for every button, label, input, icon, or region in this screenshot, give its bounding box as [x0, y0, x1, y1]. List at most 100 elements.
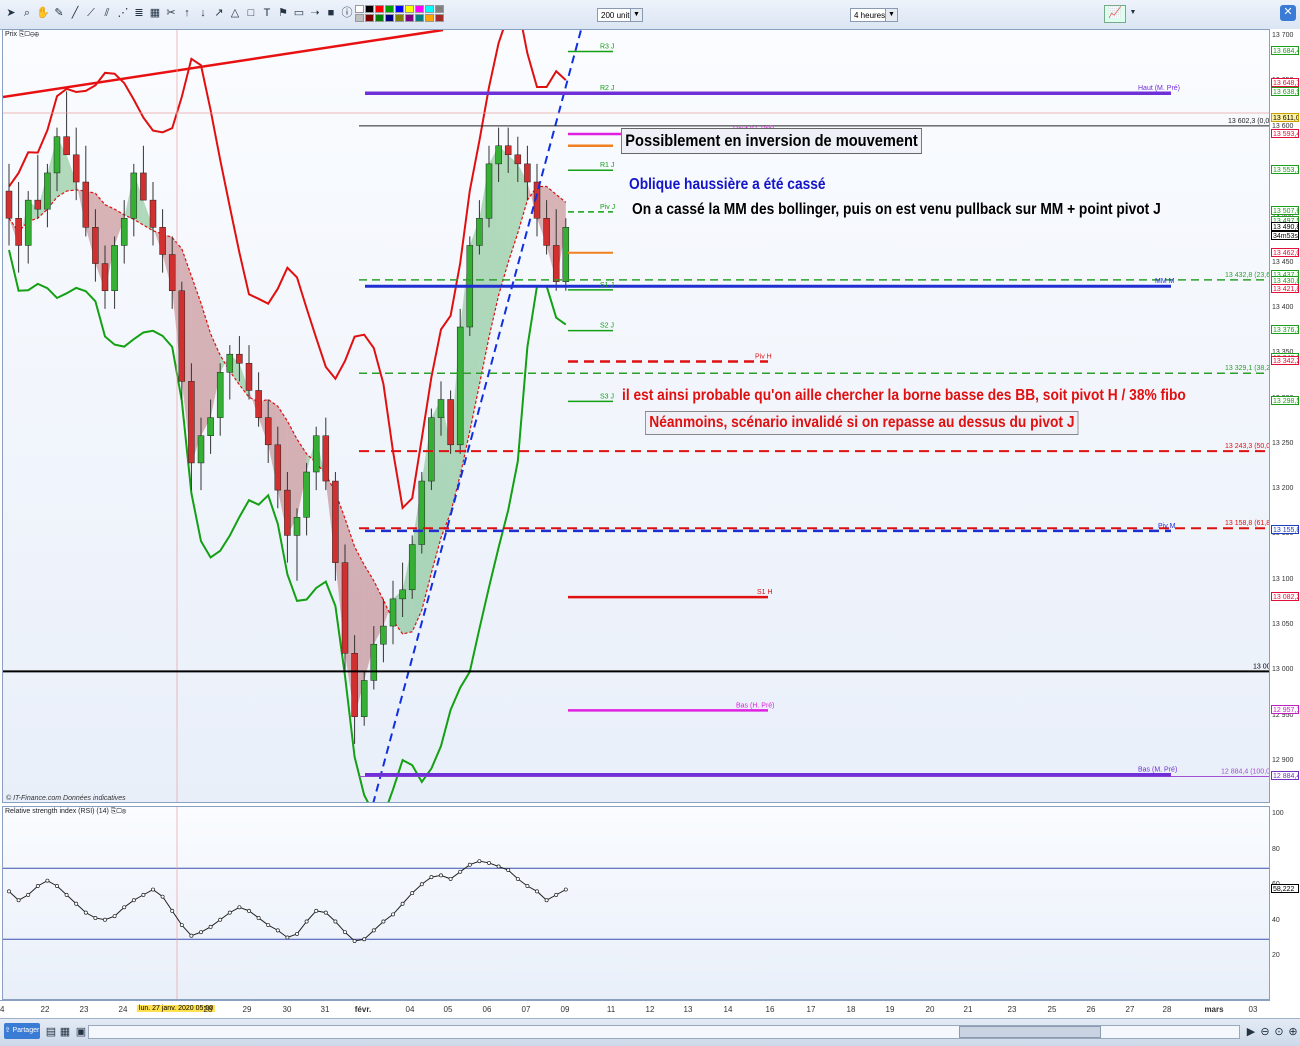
text-icon[interactable]: T [260, 6, 274, 20]
color-swatch[interactable] [395, 5, 404, 13]
price-tag: 13 611,0 [1271, 112, 1299, 122]
price-tick-label: 13 000 [1272, 666, 1294, 674]
annotation-invalidation[interactable]: Néanmoins, scénario invalidé si on repas… [645, 411, 1079, 435]
color-swatch[interactable] [435, 5, 444, 13]
candle-bull [207, 417, 214, 436]
color-swatch[interactable] [415, 5, 424, 13]
horizontal-scrollbar[interactable] [88, 1025, 1240, 1039]
info-icon[interactable]: ⓘ [340, 6, 354, 20]
candle-bear [514, 154, 522, 165]
color-palette[interactable] [355, 5, 445, 23]
cursor-icon[interactable]: ➤ [4, 6, 18, 20]
rsi-point [544, 898, 549, 903]
period-select[interactable]: 4 heures ▼ [850, 8, 898, 22]
grid-icon[interactable]: ▦ [148, 6, 162, 20]
level-fib-50-label: 13 243,3 (50,00%) [1225, 443, 1270, 450]
ray-icon[interactable]: ⟋ [84, 6, 98, 20]
oblique-trendline [372, 30, 582, 802]
color-swatch[interactable] [385, 5, 394, 13]
triangle-icon[interactable]: △ [228, 6, 242, 20]
time-tick-label: 22 [40, 1005, 50, 1014]
rsi-point [74, 901, 79, 906]
price-tag: 13 298,5 [1271, 395, 1299, 405]
candle-bull [293, 517, 301, 536]
candle-bear [63, 136, 70, 156]
rsi-point [429, 875, 434, 880]
scrollbar-thumb[interactable] [959, 1026, 1101, 1038]
color-swatch[interactable] [415, 14, 424, 22]
color-swatch[interactable] [365, 14, 374, 22]
arrow-up-icon[interactable]: ↑ [180, 6, 194, 20]
candle-bear [284, 489, 291, 536]
chevron-down-icon[interactable]: ▼ [1126, 6, 1140, 20]
annotation-oblique[interactable]: Oblique haussière a été cassé [629, 176, 826, 194]
color-swatch[interactable] [405, 14, 414, 22]
time-tick-label: 30 [282, 1005, 292, 1014]
zoom-out-icon[interactable]: ⊖ [1258, 1025, 1272, 1039]
candle-bull [24, 199, 32, 246]
fibonacci-icon[interactable]: ≣ [132, 6, 146, 20]
color-swatch[interactable] [375, 14, 384, 22]
price-tag: 13 593,4 [1271, 128, 1299, 138]
rsi-tick-label: 20 [1272, 952, 1280, 959]
arrow-down-icon[interactable]: ↓ [196, 6, 210, 20]
color-swatch[interactable] [355, 14, 364, 22]
arrow-diag-icon[interactable]: ↗ [212, 6, 226, 20]
candle-bull [562, 227, 570, 282]
color-swatch[interactable] [365, 5, 374, 13]
layout-icon[interactable]: ▤ [44, 1025, 58, 1039]
hand-icon[interactable]: ✋ [36, 6, 50, 20]
zoom-in-icon[interactable]: ⊕ [1286, 1025, 1300, 1039]
flag-icon[interactable]: ⚑ [276, 6, 290, 20]
color-swatch[interactable] [385, 14, 394, 22]
close-icon[interactable]: ✕ [1280, 5, 1296, 21]
rsi-tick-label: 40 [1272, 916, 1280, 924]
rectangle-icon[interactable]: □ [244, 6, 258, 20]
time-tick-label: 03 [1248, 1005, 1258, 1014]
pencil-icon[interactable]: ✎ [52, 6, 66, 20]
level-piv-h-label: Piv H [755, 353, 772, 360]
rsi-point [554, 892, 559, 897]
units-select[interactable]: 200 unités ▼ [597, 8, 643, 22]
time-tick-label: 26 [1086, 1005, 1096, 1014]
calendar-icon[interactable]: ▦ [58, 1025, 72, 1039]
trendline-icon[interactable]: ╱ [68, 6, 82, 20]
time-tick-label: 19 [885, 1005, 895, 1014]
rsi-point [371, 928, 376, 933]
annotation-box[interactable]: Possiblement en inversion de mouvement [621, 128, 923, 154]
rsi-panel[interactable]: Relative strength index (RSI) (14) ⎘▢⊗ [2, 806, 1270, 1000]
share-button[interactable]: ⇪ Partager [4, 1023, 40, 1039]
zoom-fit-icon[interactable]: ⊙ [1272, 1025, 1286, 1039]
fan-icon[interactable]: ⋰ [116, 6, 130, 20]
color-swatch[interactable] [425, 5, 434, 13]
price-chart-panel[interactable]: Prix ⎘▢⊖⊕ R3 J R2 J Haut (M. Pré) 13 602,3 … [2, 29, 1270, 803]
stop-icon[interactable]: ■ [324, 6, 338, 20]
color-swatch[interactable] [355, 5, 364, 13]
color-swatch[interactable] [435, 14, 444, 22]
candle-bear [149, 199, 157, 228]
time-tick-label: 23 [79, 1005, 89, 1014]
channel-icon[interactable]: ⫽ [100, 6, 114, 20]
candle-bear [188, 381, 195, 464]
rsi-point [247, 908, 251, 913]
candle-bull [428, 417, 435, 482]
chart-type-icon[interactable]: 📈 [1104, 5, 1126, 23]
arrow-right-icon[interactable]: ➝ [308, 6, 322, 20]
annotation-bollinger[interactable]: On a cassé la MM des bollinger, puis on … [632, 201, 1161, 219]
color-swatch[interactable] [375, 5, 384, 13]
color-swatch[interactable] [395, 14, 404, 22]
rsi-tick-label: 100 [1272, 810, 1284, 817]
scroll-right-icon[interactable]: ▶ [1244, 1025, 1258, 1039]
measure-icon[interactable]: ✂ [164, 6, 178, 20]
color-swatch[interactable] [405, 5, 414, 13]
candle-bull [437, 399, 445, 418]
rsi-point [151, 887, 155, 892]
grid-toggle-icon[interactable]: ▣ [74, 1025, 88, 1039]
color-swatch[interactable] [425, 14, 434, 22]
rsi-point [227, 910, 232, 915]
comment-icon[interactable]: ▭ [292, 6, 306, 20]
zoom-icon[interactable]: ⌕ [20, 6, 34, 20]
candle-bear [72, 154, 80, 183]
annotation-probable[interactable]: il est ainsi probable qu'on aille cherch… [622, 387, 1186, 405]
time-tick-label: 06 [482, 1005, 492, 1014]
